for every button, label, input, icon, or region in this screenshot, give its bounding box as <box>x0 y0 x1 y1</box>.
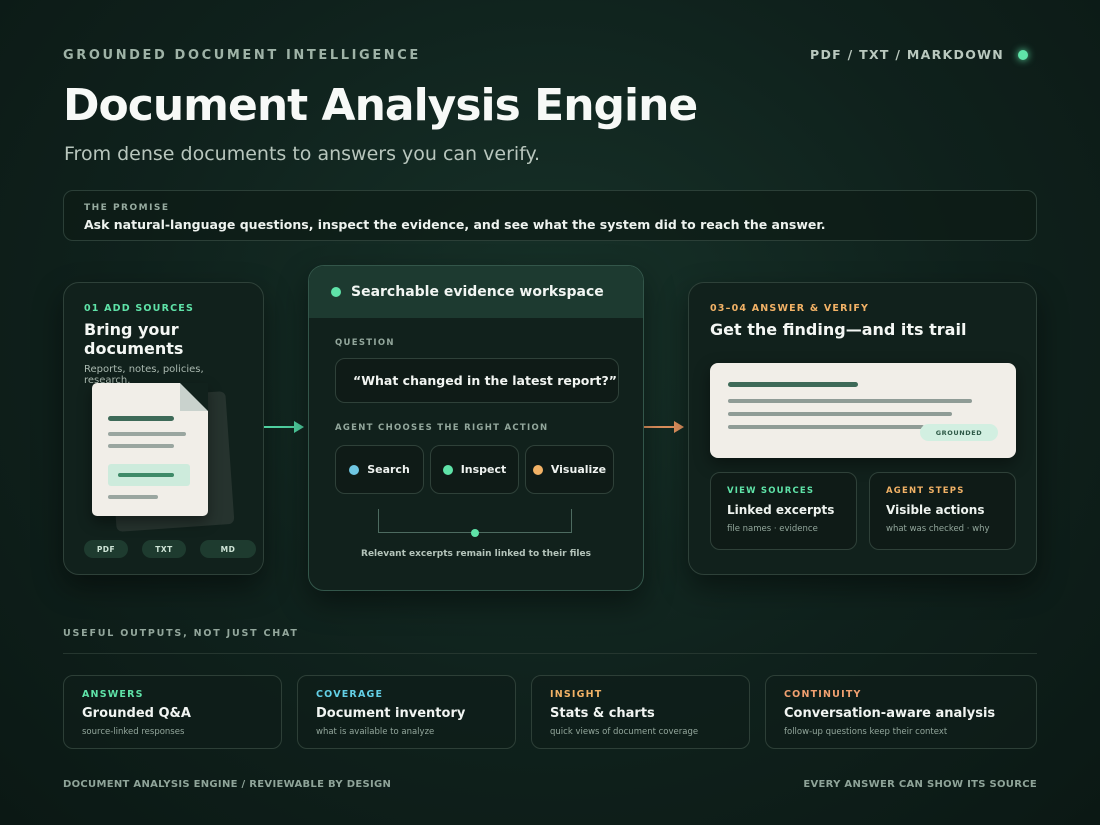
output-card-coverage: COVERAGE Document inventory what is avai… <box>297 675 516 749</box>
arrow-right-icon <box>264 421 304 433</box>
output-tag: CONTINUITY <box>784 689 862 700</box>
workspace-dot-icon <box>331 287 341 297</box>
document-icon <box>92 383 208 516</box>
format-pills: PDF TXT MD <box>84 540 256 558</box>
doc-text-line <box>108 495 158 499</box>
grounded-badge: GROUNDED <box>920 424 998 441</box>
output-sub: source-linked responses <box>82 727 185 737</box>
view-sources-sub: file names · evidence <box>727 524 818 534</box>
search-action-label: Search <box>367 463 410 476</box>
view-sources-panel[interactable]: VIEW SOURCES Linked excerpts file names … <box>710 472 857 550</box>
finding-preview: GROUNDED <box>710 363 1016 458</box>
doc-heading-line <box>108 416 174 421</box>
linked-note: Relevant excerpts remain linked to their… <box>361 549 591 559</box>
answer-verify-card: 03–04 ANSWER & VERIFY Get the finding—an… <box>688 282 1037 575</box>
evidence-workspace-card: Searchable evidence workspace QUESTION “… <box>308 265 644 591</box>
page-subtitle: From dense documents to answers you can … <box>64 143 541 165</box>
output-title: Document inventory <box>316 706 466 721</box>
footer-left: DOCUMENT ANALYSIS ENGINE / REVIEWABLE BY… <box>63 779 392 790</box>
finding-heading-line <box>728 382 858 387</box>
agent-steps-label: AGENT STEPS <box>886 486 965 496</box>
section-divider <box>63 653 1037 654</box>
workspace-title: Searchable evidence workspace <box>351 284 604 300</box>
answer-title: Get the finding—and its trail <box>710 320 967 339</box>
output-title: Grounded Q&A <box>82 706 191 721</box>
search-dot-icon <box>349 464 360 475</box>
output-card-insight: INSIGHT Stats & charts quick views of do… <box>531 675 750 749</box>
footer-right: EVERY ANSWER CAN SHOW ITS SOURCE <box>803 779 1037 790</box>
output-tag: ANSWERS <box>82 689 144 700</box>
output-card-answers: ANSWERS Grounded Q&A source-linked respo… <box>63 675 282 749</box>
question-field[interactable]: “What changed in the latest report?” <box>335 358 619 403</box>
finding-text-line <box>728 399 972 403</box>
answer-step: 03–04 ANSWER & VERIFY <box>710 303 870 314</box>
visualize-action-button[interactable]: Visualize <box>525 445 614 494</box>
inspect-dot-icon <box>442 464 453 475</box>
search-action-button[interactable]: Search <box>335 445 424 494</box>
kicker-text: GROUNDED DOCUMENT INTELLIGENCE <box>63 48 421 63</box>
view-sources-label: VIEW SOURCES <box>727 486 815 496</box>
link-bracket <box>378 509 572 537</box>
arrow-right-icon <box>644 421 684 433</box>
visualize-dot-icon <box>532 464 543 475</box>
agent-steps-sub: what was checked · why <box>886 524 990 534</box>
finding-text-line <box>728 425 924 429</box>
finding-text-line <box>728 412 952 416</box>
doc-highlight <box>108 464 190 486</box>
status-dot-icon <box>1018 49 1028 60</box>
output-sub: follow-up questions keep their context <box>784 727 948 737</box>
workspace-header: Searchable evidence workspace <box>309 266 643 318</box>
output-tag: INSIGHT <box>550 689 603 700</box>
agent-steps-title: Visible actions <box>886 503 985 517</box>
pill-md: MD <box>200 540 256 558</box>
view-sources-title: Linked excerpts <box>727 503 835 517</box>
outputs-label: USEFUL OUTPUTS, NOT JUST CHAT <box>63 628 299 639</box>
output-sub: what is available to analyze <box>316 727 435 737</box>
promise-label: THE PROMISE <box>84 203 170 213</box>
visualize-action-label: Visualize <box>550 463 607 476</box>
output-sub: quick views of document coverage <box>550 727 699 737</box>
link-node-icon <box>471 529 479 537</box>
inspect-action-label: Inspect <box>460 463 507 476</box>
agent-steps-panel[interactable]: AGENT STEPS Visible actions what was che… <box>869 472 1016 550</box>
actions-label: AGENT CHOOSES THE RIGHT ACTION <box>335 423 549 433</box>
add-sources-title: Bring your documents <box>84 320 184 358</box>
page-title: Document Analysis Engine <box>63 80 698 131</box>
output-tag: COVERAGE <box>316 689 384 700</box>
question-label: QUESTION <box>335 338 395 348</box>
promise-banner: THE PROMISE Ask natural-language questio… <box>63 190 1037 241</box>
add-sources-step: 01 ADD SOURCES <box>84 303 195 314</box>
doc-text-line <box>108 432 186 436</box>
action-buttons: Search Inspect Visualize <box>335 445 614 494</box>
pill-pdf: PDF <box>84 540 128 558</box>
pill-txt: TXT <box>142 540 186 558</box>
page-fold-icon <box>180 383 208 411</box>
formats-label: PDF / TXT / MARKDOWN <box>810 47 1004 62</box>
output-card-continuity: CONTINUITY Conversation-aware analysis f… <box>765 675 1037 749</box>
supported-formats: PDF / TXT / MARKDOWN <box>810 47 1028 62</box>
doc-text-line <box>108 444 174 448</box>
promise-text: Ask natural-language questions, inspect … <box>84 217 826 232</box>
output-title: Stats & charts <box>550 706 655 721</box>
output-title: Conversation-aware analysis <box>784 706 996 721</box>
inspect-action-button[interactable]: Inspect <box>430 445 519 494</box>
